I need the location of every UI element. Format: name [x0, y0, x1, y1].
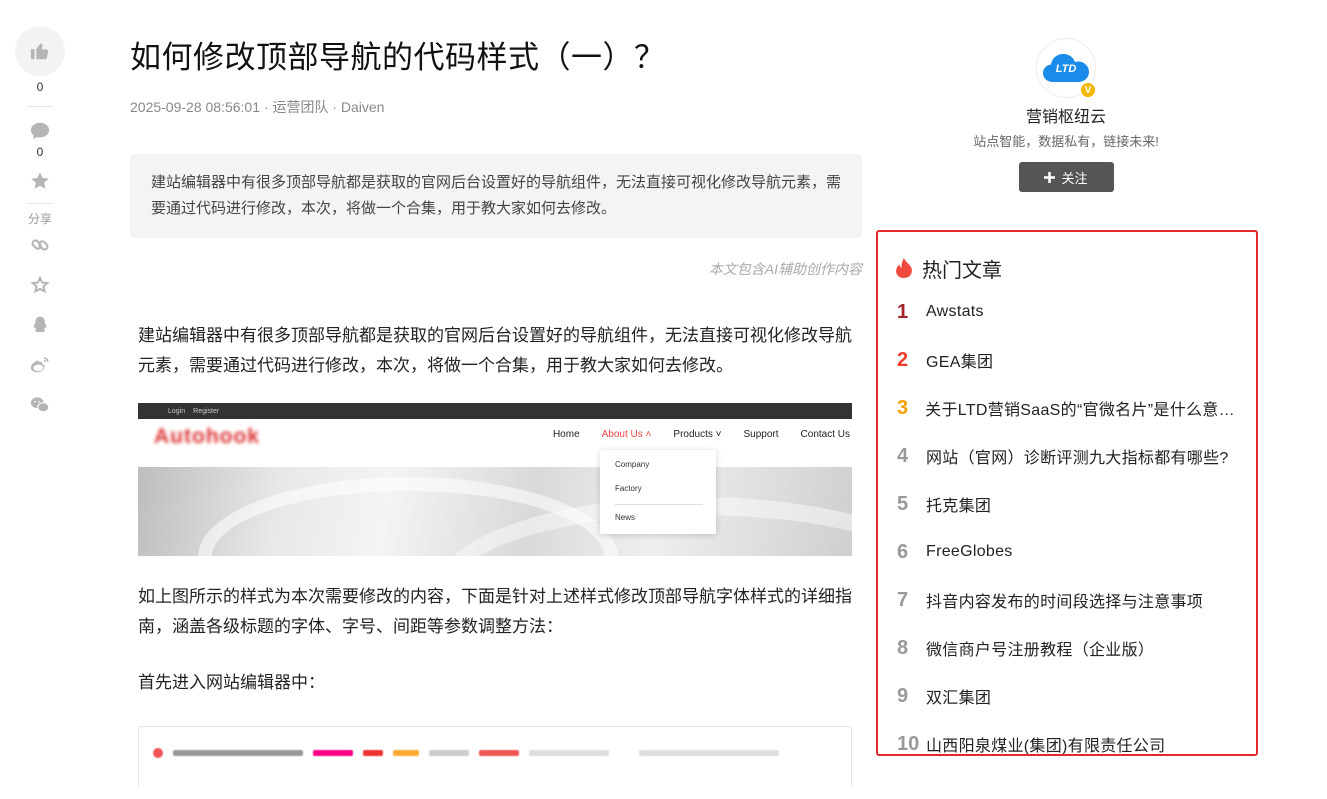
comment-button[interactable] — [28, 119, 52, 143]
example-dropdown-item: Company — [615, 460, 650, 469]
rail-divider — [27, 203, 53, 204]
article-paragraph: 建站编辑器中有很多顶部导航都是获取的官网后台设置好的导航组件，无法直接可视化修改… — [138, 326, 852, 375]
article-meta: 2025-09-28 08:56:01 · 运营团队 · Daiven — [130, 99, 385, 115]
example-logo-text: Autohook — [154, 425, 260, 448]
example-topbar: Login Register — [138, 403, 852, 419]
hot-article-item[interactable]: 7 抖音内容发布的时间段选择与注意事项 — [894, 576, 1242, 624]
share-favorite-button[interactable] — [28, 273, 52, 297]
hot-article-rank: 3 — [897, 396, 909, 419]
hot-article-item[interactable]: 8 微信商户号注册教程（企业版） — [894, 624, 1242, 672]
hot-article-item[interactable]: 3 关于LTD营销SaaS的“官微名片”是什么意思？ — [894, 384, 1242, 432]
example-nav-row: Autohook Home About Us ˄ Products ˅ Supp… — [138, 419, 852, 467]
hot-article-rank: 4 — [897, 444, 909, 467]
fire-icon — [896, 258, 912, 278]
hot-article-item[interactable]: 9 双汇集团 — [894, 672, 1242, 720]
author-card: LTD V 营销枢纽云 站点智能，数据私有，链接未来! 关注 — [958, 38, 1174, 192]
hot-article-rank: 7 — [897, 588, 909, 611]
hot-article-item[interactable]: 5 托克集团 — [894, 480, 1242, 528]
hot-articles-header: 热门文章 — [894, 256, 1242, 282]
example-nav-home: Home — [552, 429, 580, 440]
ltd-cloud-logo-icon: LTD — [1043, 54, 1089, 82]
share-weibo-button[interactable] — [28, 353, 52, 377]
hot-article-link[interactable]: 关于LTD营销SaaS的“官微名片”是什么意思？ — [925, 396, 1242, 420]
comment-count: 0 — [36, 145, 44, 159]
thumbs-up-icon — [30, 43, 49, 60]
hot-article-item[interactable]: 2 GEA集团 — [894, 336, 1242, 384]
comment-icon — [30, 122, 50, 140]
ai-disclaimer: 本文包含AI辅助创作内容 — [708, 261, 862, 277]
hot-article-link[interactable]: Awstats — [926, 303, 984, 321]
svg-text:LTD: LTD — [1056, 63, 1077, 75]
example-logo: Autohook — [154, 425, 278, 455]
author-description: 站点智能，数据私有，链接未来! — [973, 134, 1159, 149]
article-paragraph: 如上图所示的样式为本次需要修改的内容，下面是针对上述样式修改顶部导航字体样式的详… — [138, 587, 852, 636]
example-hero-banner — [138, 467, 852, 556]
star-outline-icon — [30, 275, 50, 294]
share-link-button[interactable] — [28, 233, 52, 257]
plus-icon — [1044, 171, 1056, 183]
hot-article-link[interactable]: 抖音内容发布的时间段选择与注意事项 — [926, 588, 1203, 612]
share-rail: 0 0 分享 — [14, 26, 66, 417]
weibo-icon — [30, 357, 49, 373]
hot-article-item[interactable]: 6 FreeGlobes — [894, 528, 1242, 576]
hot-articles-list: 1 Awstats 2 GEA集团 3 关于LTD营销SaaS的“官微名片”是什么意思？ 4… — [894, 288, 1242, 755]
example-login-link: Login — [168, 407, 186, 415]
hot-article-rank: 5 — [897, 492, 909, 515]
hot-article-item[interactable]: 10 山西阳泉煤业(集团)有限责任公司 — [894, 720, 1242, 755]
article-summary: 建站编辑器中有很多顶部导航都是获取的官网后台设置好的导航组件，无法直接可视化修改… — [130, 154, 862, 238]
example-nav-about: About Us ˄ — [601, 429, 652, 440]
example-dropdown-item: News — [615, 513, 636, 522]
hot-article-link[interactable]: 网站（官网）诊断评测九大指标都有哪些? — [926, 444, 1229, 468]
hot-article-link[interactable]: 托克集团 — [926, 492, 991, 516]
hot-article-link[interactable]: GEA集团 — [926, 348, 993, 372]
hot-article-rank: 6 — [897, 540, 909, 563]
article-image-navigation-example: Login Register Autohook Home About Us ˄ … — [138, 403, 852, 556]
qq-icon — [33, 316, 47, 333]
hot-article-rank: 10 — [897, 732, 920, 755]
follow-label: 关注 — [1061, 170, 1088, 186]
wechat-icon — [30, 397, 50, 413]
hot-article-item[interactable]: 4 网站（官网）诊断评测九大指标都有哪些? — [894, 432, 1242, 480]
hot-article-item[interactable]: 1 Awstats — [894, 288, 1242, 336]
hot-article-rank: 8 — [897, 636, 909, 659]
link-icon — [31, 239, 49, 251]
share-wechat-button[interactable] — [28, 393, 52, 417]
rail-divider — [27, 106, 53, 107]
share-qq-button[interactable] — [28, 313, 52, 337]
hot-article-rank: 1 — [897, 300, 909, 323]
hot-articles-panel: 热门文章 1 Awstats 2 GEA集团 3 关于LTD营销SaaS的“官微名片”是什… — [876, 230, 1258, 756]
example-nav-support: Support — [743, 429, 779, 440]
hot-article-link[interactable]: 微信商户号注册教程（企业版） — [926, 636, 1154, 660]
article-image-editor-example — [138, 726, 852, 786]
favorite-button[interactable] — [28, 169, 52, 193]
avatar[interactable]: LTD V — [1036, 38, 1097, 99]
star-filled-icon — [31, 172, 49, 189]
hot-article-link[interactable]: FreeGlobes — [926, 543, 1013, 561]
share-label: 分享 — [27, 212, 52, 226]
example-nav-contact: Contact Us — [800, 429, 850, 440]
hot-article-link[interactable]: 双汇集团 — [926, 684, 991, 708]
example-dropdown-menu: Company Factory News — [600, 450, 716, 534]
example-nav-products: Products ˅ — [673, 429, 722, 440]
article-paragraph: 首先进入网站编辑器中： — [138, 673, 325, 692]
example-register-link: Register — [193, 407, 220, 415]
follow-button[interactable]: 关注 — [1018, 162, 1114, 192]
article: 如何修改顶部导航的代码样式（一）？ 2025-09-28 08:56:01 · … — [130, 0, 862, 786]
verified-badge-icon: V — [1079, 81, 1097, 99]
like-button[interactable] — [15, 26, 65, 76]
author-name[interactable]: 营销枢纽云 — [1026, 108, 1106, 128]
hot-article-rank: 9 — [897, 684, 909, 707]
hot-article-link[interactable]: 山西阳泉煤业(集团)有限责任公司 — [926, 732, 1165, 754]
article-title: 如何修改顶部导航的代码样式（一）？ — [130, 40, 666, 75]
hot-articles-title: 热门文章 — [922, 259, 1002, 282]
hot-article-rank: 2 — [897, 348, 909, 371]
like-count: 0 — [36, 80, 44, 94]
example-nav: Home About Us ˄ Products ˅ Support Conta… — [553, 429, 850, 440]
